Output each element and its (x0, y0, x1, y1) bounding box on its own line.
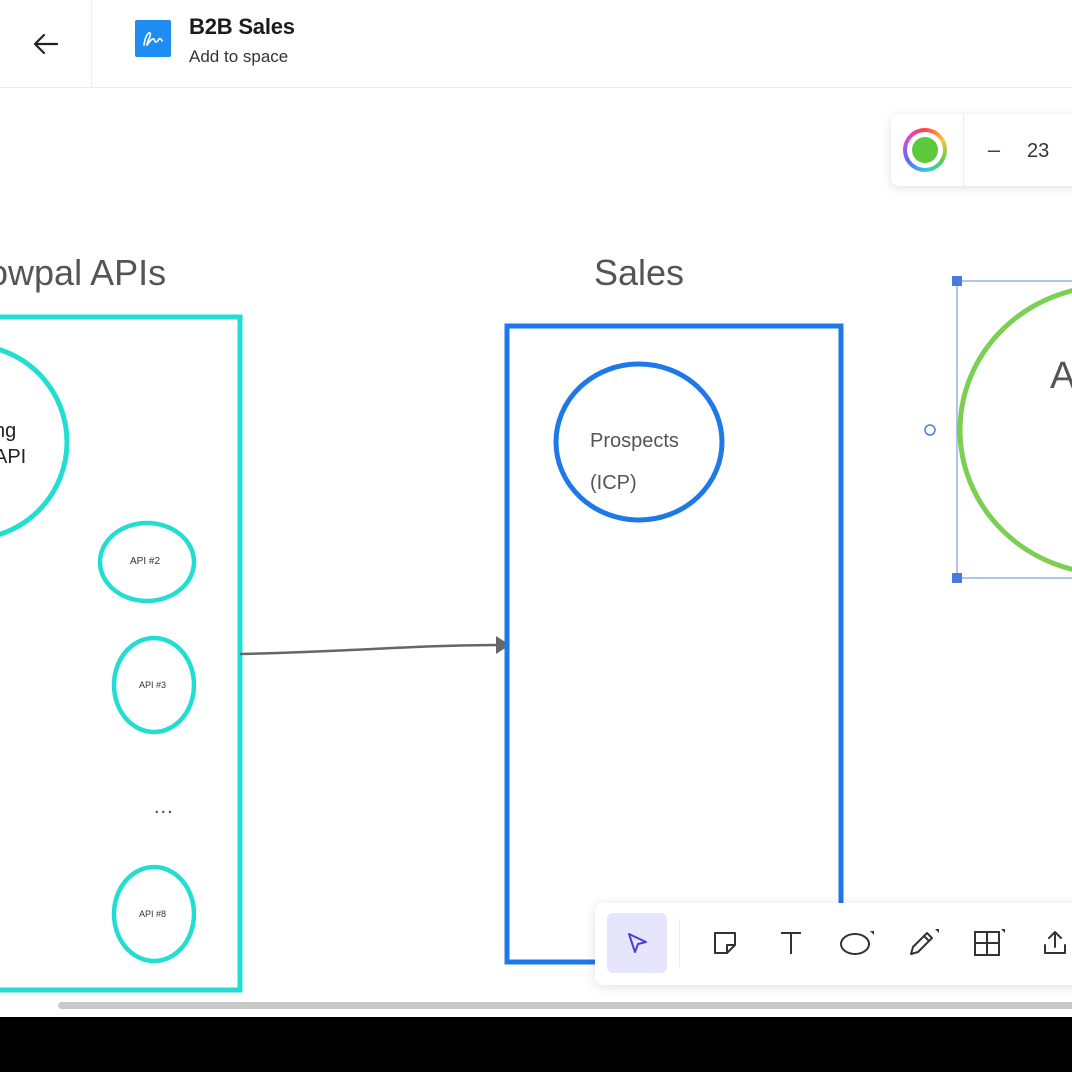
style-toolbar: – 23 (891, 114, 1072, 186)
prospects-text-line2: (ICP) (590, 472, 637, 494)
upload-tool-button[interactable] (1025, 913, 1072, 973)
api-3-label: API #3 (139, 680, 167, 690)
horizontal-scrollbar[interactable] (58, 1002, 1072, 1009)
color-picker-button[interactable] (903, 128, 947, 172)
green-circle-text: A (1050, 355, 1072, 397)
main-api-text-line2: API (0, 446, 27, 468)
table-tool-button[interactable] (959, 913, 1019, 973)
text-tool-button[interactable] (761, 913, 821, 973)
pen-icon (910, 929, 939, 955)
toolbar-divider (963, 114, 964, 186)
resize-handle-bottom-left[interactable] (952, 573, 962, 583)
table-icon (974, 929, 1005, 956)
resize-handle-top-left[interactable] (952, 276, 962, 286)
sticky-note-tool-button[interactable] (695, 913, 755, 973)
upload-icon (1044, 931, 1066, 954)
connection-handle-left[interactable] (924, 424, 936, 436)
apis-frame-label[interactable]: owpal APIs (0, 252, 166, 294)
shape-icon (840, 931, 874, 955)
text-icon (781, 932, 801, 954)
whiteboard-app: B2B Sales Add to space owpal APIs Sales … (0, 0, 1072, 1017)
toolbar-divider (679, 919, 680, 967)
api-8-label: API #8 (139, 909, 167, 919)
selection-box (956, 280, 1072, 579)
shape-tool-button[interactable] (827, 913, 887, 973)
select-icon (628, 933, 647, 953)
main-api-text-line1: ng (0, 420, 17, 442)
connector-arrow[interactable] (239, 643, 499, 656)
api-2-label: API #2 (130, 556, 161, 567)
api-ellipsis: ... (154, 796, 174, 818)
size-decrease-button[interactable]: – (981, 134, 1007, 166)
sales-frame-label[interactable]: Sales (594, 252, 684, 294)
bottom-toolbar (595, 903, 1072, 985)
size-value[interactable]: 23 (1027, 140, 1049, 163)
select-tool-button[interactable] (607, 913, 667, 973)
sticky-note-icon (714, 932, 736, 954)
selected-green-circle[interactable] (957, 286, 1072, 574)
pen-tool-button[interactable] (893, 913, 953, 973)
prospects-text-line1: Prospects (590, 430, 679, 452)
